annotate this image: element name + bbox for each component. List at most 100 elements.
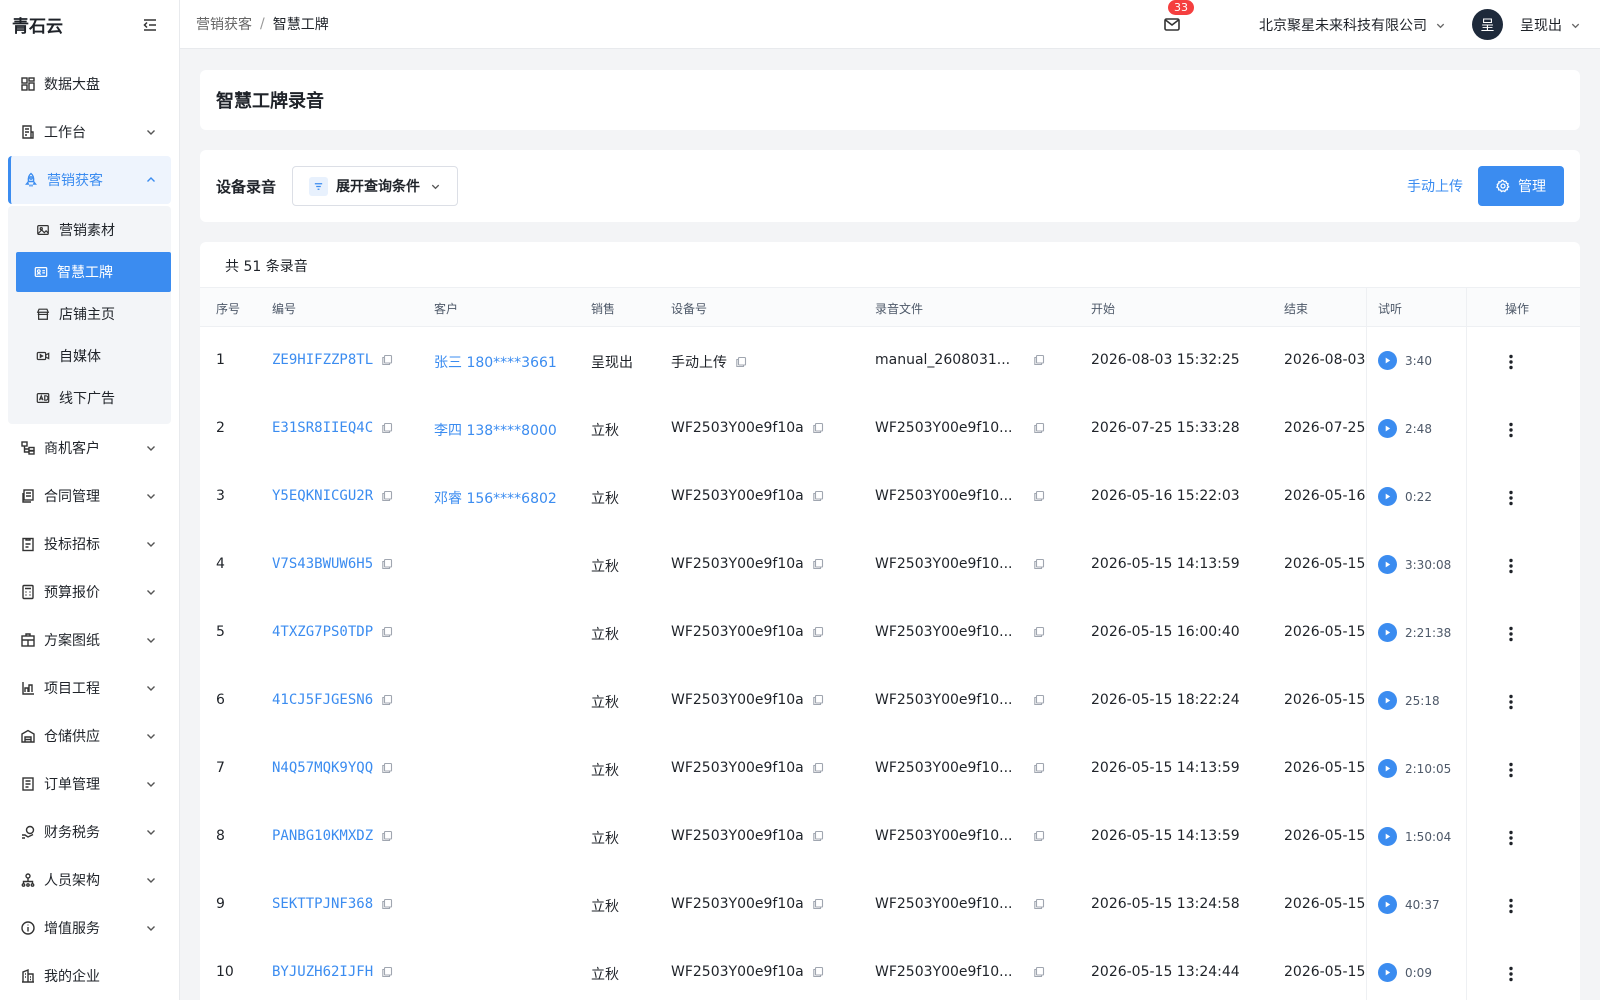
play-icon[interactable] (1378, 487, 1397, 506)
sidebar-item-13[interactable]: 增值服务 (0, 904, 179, 952)
copy-icon[interactable] (381, 694, 393, 706)
sidebar-item-11[interactable]: 财务税务 (0, 808, 179, 856)
more-actions-icon[interactable] (1502, 761, 1520, 779)
more-actions-icon[interactable] (1502, 625, 1520, 643)
more-actions-icon[interactable] (1502, 557, 1520, 575)
sidebar-item-6[interactable]: 预算报价 (0, 568, 179, 616)
play-icon[interactable] (1378, 963, 1397, 982)
copy-icon[interactable] (1033, 966, 1045, 978)
sidebar-item-12[interactable]: 人员架构 (0, 856, 179, 904)
copy-icon[interactable] (1033, 490, 1045, 502)
sidebar-item-0[interactable]: 数据大盘 (0, 60, 179, 108)
record-code-link[interactable]: BYJUZH62IJFH (272, 964, 373, 980)
manage-label: 管理 (1518, 179, 1546, 195)
breadcrumb-item-parent[interactable]: 营销获客 (196, 14, 252, 34)
copy-icon[interactable] (1033, 558, 1045, 570)
sidebar-item-3[interactable]: 商机客户 (0, 424, 179, 472)
sidebar-item-4[interactable]: 合同管理 (0, 472, 179, 520)
manage-button[interactable]: 管理 (1478, 166, 1564, 206)
mail-icon[interactable] (1163, 15, 1181, 33)
play-icon[interactable] (1378, 827, 1397, 846)
start-time: 2026-05-15 16:00:40 (1091, 624, 1240, 640)
more-actions-icon[interactable] (1502, 421, 1520, 439)
play-icon[interactable] (1378, 419, 1397, 438)
copy-icon[interactable] (381, 966, 393, 978)
record-code-link[interactable]: Y5EQKNICGU2R (272, 488, 373, 504)
record-code-link[interactable]: SEKTTPJNF368 (272, 896, 373, 912)
copy-icon[interactable] (381, 762, 393, 774)
sidebar-item-7[interactable]: 方案图纸 (0, 616, 179, 664)
chevron-down-icon (145, 442, 157, 454)
more-actions-icon[interactable] (1502, 693, 1520, 711)
expand-filters-button[interactable]: 展开查询条件 (292, 166, 459, 206)
sidebar-subitem-0[interactable]: 营销素材 (8, 210, 171, 250)
sidebar-subitem-1[interactable]: 智慧工牌 (16, 252, 171, 292)
copy-icon[interactable] (1033, 762, 1045, 774)
copy-icon[interactable] (381, 830, 393, 842)
copy-icon[interactable] (1033, 354, 1045, 366)
avatar[interactable]: 呈 (1472, 9, 1503, 40)
customer-link[interactable]: 李四 138****8000 (434, 420, 557, 440)
record-code-link[interactable]: PANBG10KMXDZ (272, 828, 373, 844)
record-code-link[interactable]: N4Q57MQK9YQQ (272, 760, 373, 776)
copy-icon[interactable] (812, 422, 824, 434)
copy-icon[interactable] (1033, 898, 1045, 910)
manual-upload-link[interactable]: 手动上传 (1407, 176, 1463, 196)
sidebar-item-2[interactable]: 营销获客 (8, 156, 171, 204)
copy-icon[interactable] (812, 694, 824, 706)
column-header: 客户 (434, 302, 459, 316)
copy-icon[interactable] (381, 490, 393, 502)
sidebar-subitem-2[interactable]: 店铺主页 (8, 294, 171, 334)
copy-icon[interactable] (1033, 422, 1045, 434)
start-time: 2026-05-15 13:24:58 (1091, 896, 1240, 912)
copy-icon[interactable] (381, 626, 393, 638)
copy-icon[interactable] (812, 558, 824, 570)
sidebar-item-14[interactable]: 我的企业 (0, 952, 179, 1000)
copy-icon[interactable] (812, 898, 824, 910)
copy-icon[interactable] (381, 898, 393, 910)
record-code-link[interactable]: 4TXZG7PS0TDP (272, 624, 373, 640)
copy-icon[interactable] (812, 626, 824, 638)
sidebar-subitem-4[interactable]: 线下广告 (8, 378, 171, 418)
copy-icon[interactable] (812, 762, 824, 774)
record-code-link[interactable]: ZE9HIFZZP8TL (272, 352, 373, 368)
play-icon[interactable] (1378, 555, 1397, 574)
company-switcher[interactable]: 北京聚星未来科技有限公司 (1259, 15, 1446, 35)
sidebar-item-5[interactable]: 投标招标 (0, 520, 179, 568)
copy-icon[interactable] (812, 830, 824, 842)
play-icon[interactable] (1378, 691, 1397, 710)
device-cell: WF2503Y00e9f10a (671, 624, 824, 640)
more-actions-icon[interactable] (1502, 489, 1520, 507)
sales-name: 立秋 (591, 831, 619, 847)
record-code-link[interactable]: 41CJ5FJGESN6 (272, 692, 373, 708)
play-icon[interactable] (1378, 895, 1397, 914)
customer-link[interactable]: 邓睿 156****6802 (434, 488, 557, 508)
more-actions-icon[interactable] (1502, 353, 1520, 371)
copy-icon[interactable] (1033, 830, 1045, 842)
copy-icon[interactable] (1033, 694, 1045, 706)
record-code-link[interactable]: V7S43BWUW6H5 (272, 556, 373, 572)
sidebar-collapse-icon[interactable] (141, 16, 159, 34)
sidebar-subitem-3[interactable]: 自媒体 (8, 336, 171, 376)
sidebar-item-1[interactable]: 工作台 (0, 108, 179, 156)
sidebar-item-10[interactable]: 订单管理 (0, 760, 179, 808)
record-code-link[interactable]: E31SR8IIEQ4C (272, 420, 373, 436)
copy-icon[interactable] (735, 356, 747, 368)
more-actions-icon[interactable] (1502, 897, 1520, 915)
more-actions-icon[interactable] (1502, 829, 1520, 847)
copy-icon[interactable] (1033, 626, 1045, 638)
more-actions-icon[interactable] (1502, 965, 1520, 983)
copy-icon[interactable] (381, 354, 393, 366)
play-icon[interactable] (1378, 759, 1397, 778)
play-icon[interactable] (1378, 623, 1397, 642)
play-icon[interactable] (1378, 351, 1397, 370)
copy-icon[interactable] (381, 422, 393, 434)
sidebar-item-9[interactable]: 仓储供应 (0, 712, 179, 760)
copy-icon[interactable] (812, 490, 824, 502)
copy-icon[interactable] (381, 558, 393, 570)
customer-link[interactable]: 张三 180****3661 (434, 352, 557, 372)
chevron-up-icon (145, 174, 157, 186)
user-menu[interactable]: 呈现出 (1520, 15, 1581, 35)
copy-icon[interactable] (812, 966, 824, 978)
sidebar-item-8[interactable]: 项目工程 (0, 664, 179, 712)
